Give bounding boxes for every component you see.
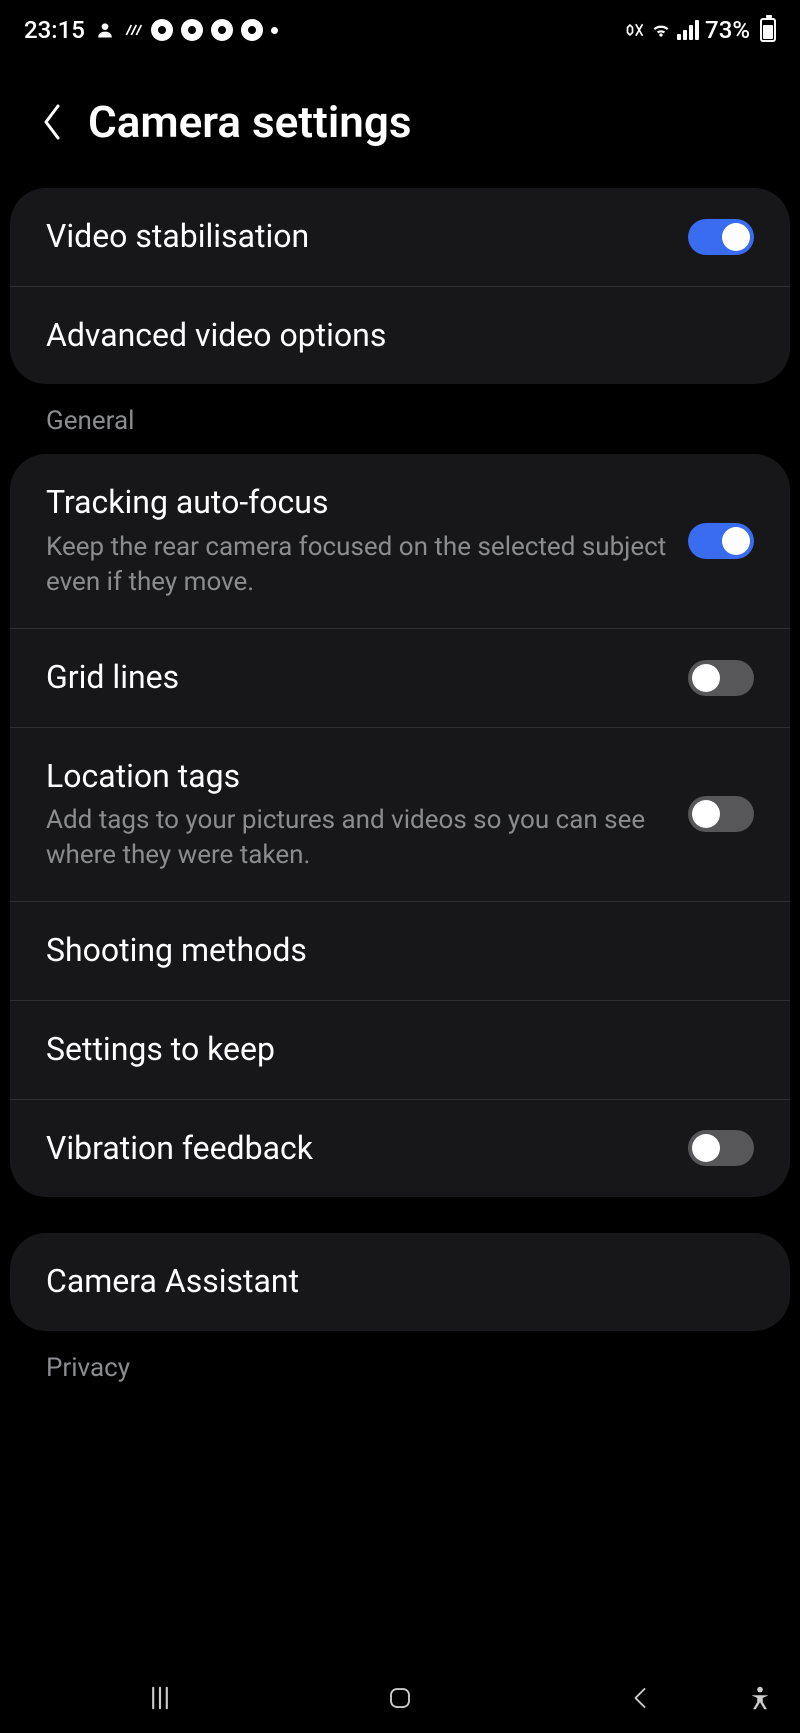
page-header: Camera settings xyxy=(0,56,800,188)
status-right: 73% xyxy=(625,16,776,44)
settings-to-keep-row[interactable]: Settings to keep xyxy=(10,1001,790,1100)
vibrate-mute-icon xyxy=(625,20,645,40)
location-tags-toggle[interactable] xyxy=(688,796,754,832)
chrome-icon xyxy=(211,19,233,41)
grid-lines-row[interactable]: Grid lines xyxy=(10,629,790,728)
location-tags-label: Location tags xyxy=(46,756,668,798)
home-button[interactable] xyxy=(380,1678,420,1718)
system-nav-bar xyxy=(0,1663,800,1733)
shooting-methods-row[interactable]: Shooting methods xyxy=(10,902,790,1001)
camera-assistant-row[interactable]: Camera Assistant xyxy=(10,1233,790,1331)
battery-percent: 73% xyxy=(705,16,750,44)
status-bar: 23:15 73% xyxy=(0,0,800,56)
general-settings-card: Tracking auto-focus Keep the rear camera… xyxy=(10,454,790,1197)
vibration-feedback-toggle[interactable] xyxy=(688,1130,754,1166)
person-icon xyxy=(95,20,115,40)
general-section-label: General xyxy=(0,384,800,454)
status-notification-icons xyxy=(95,19,278,41)
chrome-icon xyxy=(151,19,173,41)
wifi-icon xyxy=(651,20,671,40)
video-stabilisation-label: Video stabilisation xyxy=(46,216,668,258)
assistant-card: Camera Assistant xyxy=(10,1233,790,1331)
battery-icon xyxy=(760,18,776,42)
vibration-feedback-label: Vibration feedback xyxy=(46,1128,668,1170)
lines-icon xyxy=(123,20,143,40)
status-left: 23:15 xyxy=(24,16,278,44)
grid-lines-toggle[interactable] xyxy=(688,660,754,696)
settings-to-keep-label: Settings to keep xyxy=(46,1029,734,1071)
advanced-video-row[interactable]: Advanced video options xyxy=(10,287,790,385)
shooting-methods-label: Shooting methods xyxy=(46,930,734,972)
tracking-autofocus-row[interactable]: Tracking auto-focus Keep the rear camera… xyxy=(10,454,790,629)
page-title: Camera settings xyxy=(88,96,411,148)
back-icon[interactable] xyxy=(40,102,64,142)
spacer xyxy=(0,1197,800,1233)
recents-button[interactable] xyxy=(140,1678,180,1718)
chrome-icon xyxy=(181,19,203,41)
camera-assistant-label: Camera Assistant xyxy=(46,1261,734,1303)
more-dot-icon xyxy=(271,27,278,34)
status-time: 23:15 xyxy=(24,16,85,44)
video-stabilisation-toggle[interactable] xyxy=(688,219,754,255)
tracking-autofocus-label: Tracking auto-focus xyxy=(46,482,668,524)
grid-lines-label: Grid lines xyxy=(46,657,668,699)
video-settings-card: Video stabilisation Advanced video optio… xyxy=(10,188,790,384)
chrome-icon xyxy=(241,19,263,41)
privacy-section-label: Privacy xyxy=(0,1331,800,1401)
accessibility-button[interactable] xyxy=(740,1678,780,1718)
location-tags-desc: Add tags to your pictures and videos so … xyxy=(46,803,668,873)
back-button[interactable] xyxy=(620,1678,660,1718)
signal-icon xyxy=(677,20,699,40)
location-tags-row[interactable]: Location tags Add tags to your pictures … xyxy=(10,728,790,903)
tracking-autofocus-toggle[interactable] xyxy=(688,523,754,559)
vibration-feedback-row[interactable]: Vibration feedback xyxy=(10,1100,790,1198)
advanced-video-label: Advanced video options xyxy=(46,315,734,357)
video-stabilisation-row[interactable]: Video stabilisation xyxy=(10,188,790,287)
tracking-autofocus-desc: Keep the rear camera focused on the sele… xyxy=(46,530,668,600)
